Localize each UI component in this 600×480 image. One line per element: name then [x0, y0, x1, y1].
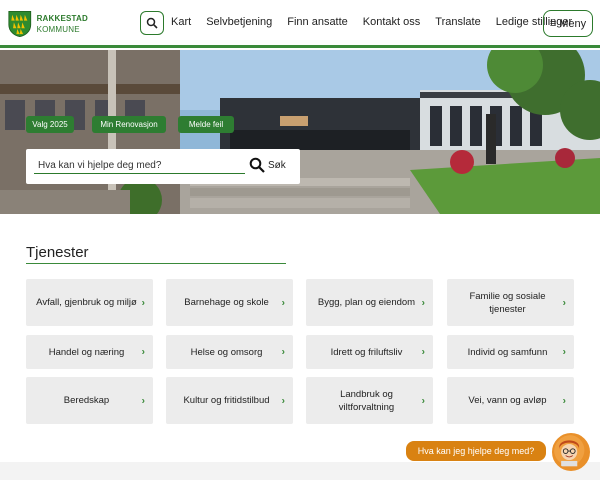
chevron-right-icon: ›: [562, 297, 566, 308]
service-card-idrett[interactable]: Idrett og friluftsliv ›: [306, 335, 433, 369]
hero-search-box: Hva kan vi hjelpe deg med? Søk: [26, 149, 300, 184]
nav-item-finn-ansatte[interactable]: Finn ansatte: [287, 16, 348, 28]
menu-button[interactable]: ≡ Meny: [543, 10, 593, 37]
service-card-label: Idrett og friluftsliv: [330, 346, 403, 358]
service-card-bygg[interactable]: Bygg, plan og eiendom ›: [306, 279, 433, 326]
service-card-familie[interactable]: Familie og sosiale tjenester ›: [447, 279, 574, 326]
header-search-button[interactable]: [140, 11, 164, 35]
chevron-right-icon: ›: [281, 395, 285, 406]
chevron-right-icon: ›: [421, 297, 425, 308]
services-title: Tjenester: [26, 244, 286, 264]
chat-prompt-button[interactable]: Hva kan jeg hjelpe deg med?: [406, 441, 546, 461]
service-card-label: Familie og sosiale tjenester: [469, 290, 546, 315]
service-card-label: Handel og næring: [48, 346, 125, 358]
chevron-right-icon: ›: [281, 297, 285, 308]
hamburger-icon: ≡: [549, 17, 557, 30]
menu-button-label: Meny: [559, 17, 587, 30]
service-card-label: Beredskap: [63, 395, 110, 406]
nav-item-kart[interactable]: Kart: [171, 16, 191, 28]
site-header: RAKKESTAD KOMMUNE Kart Selvbetjening Fin…: [0, 0, 600, 48]
chevron-right-icon: ›: [141, 297, 145, 308]
chevron-right-icon: ›: [281, 346, 285, 358]
nav-item-kontakt-oss[interactable]: Kontakt oss: [363, 16, 420, 28]
chevron-right-icon: ›: [141, 395, 145, 406]
chevron-right-icon: ›: [562, 346, 566, 358]
service-card-label: Vei, vann og avløp: [468, 395, 547, 406]
service-card-label: Barnehage og skole: [184, 297, 269, 308]
service-card-landbruk[interactable]: Landbruk og viltforvaltning ›: [306, 377, 433, 424]
search-icon: [146, 17, 158, 29]
chevron-right-icon: ›: [562, 395, 566, 406]
service-card-label: Kultur og fritidstilbud: [183, 395, 270, 406]
chevron-right-icon: ›: [421, 395, 425, 406]
hero-photo: [0, 50, 600, 214]
logo-text: RAKKESTAD KOMMUNE: [37, 13, 88, 35]
service-card-label: Landbruk og viltforvaltning: [338, 388, 395, 413]
service-card-helse[interactable]: Helse og omsorg ›: [166, 335, 293, 369]
quick-link-melde-feil[interactable]: Melde feil: [178, 116, 234, 133]
hero-banner: Valg 2025 Min Renovasjon Melde feil Hva …: [0, 50, 600, 214]
chevron-right-icon: ›: [141, 346, 145, 358]
service-card-beredskap[interactable]: Beredskap ›: [26, 377, 153, 424]
service-card-kultur[interactable]: Kultur og fritidstilbud ›: [166, 377, 293, 424]
nav-item-selvbetjening[interactable]: Selvbetjening: [206, 16, 272, 28]
hero-search-input[interactable]: Hva kan vi hjelpe deg med?: [34, 157, 245, 174]
service-card-label: Avfall, gjenbruk og miljø: [36, 297, 137, 308]
chat-avatar[interactable]: [552, 433, 590, 471]
service-card-label: Helse og omsorg: [190, 346, 263, 358]
hero-search-submit[interactable]: Søk: [249, 157, 286, 173]
main-nav: Kart Selvbetjening Finn ansatte Kontakt …: [171, 16, 587, 28]
quick-link-min-renovasjon[interactable]: Min Renovasjon: [92, 116, 166, 133]
site-logo[interactable]: RAKKESTAD KOMMUNE: [8, 6, 88, 42]
service-card-barnehage[interactable]: Barnehage og skole ›: [166, 279, 293, 326]
logo-line-2: KOMMUNE: [36, 25, 80, 34]
service-card-label: Bygg, plan og eiendom: [317, 297, 416, 308]
service-card-vei[interactable]: Vei, vann og avløp ›: [447, 377, 574, 424]
chevron-right-icon: ›: [421, 346, 425, 358]
search-submit-label: Søk: [268, 159, 286, 171]
nav-item-translate[interactable]: Translate: [435, 16, 480, 28]
search-icon: [249, 157, 265, 173]
service-card-individ[interactable]: Individ og samfunn ›: [447, 335, 574, 369]
quick-link-valg-2025[interactable]: Valg 2025: [26, 116, 74, 133]
logo-line-1: RAKKESTAD: [36, 14, 88, 23]
service-card-handel[interactable]: Handel og næring ›: [26, 335, 153, 369]
service-card-avfall[interactable]: Avfall, gjenbruk og miljø ›: [26, 279, 153, 326]
footer-strip: [0, 462, 600, 480]
coat-of-arms-icon: [8, 10, 32, 38]
chatbot-avatar-icon: [554, 435, 585, 467]
service-card-label: Individ og samfunn: [467, 346, 548, 358]
